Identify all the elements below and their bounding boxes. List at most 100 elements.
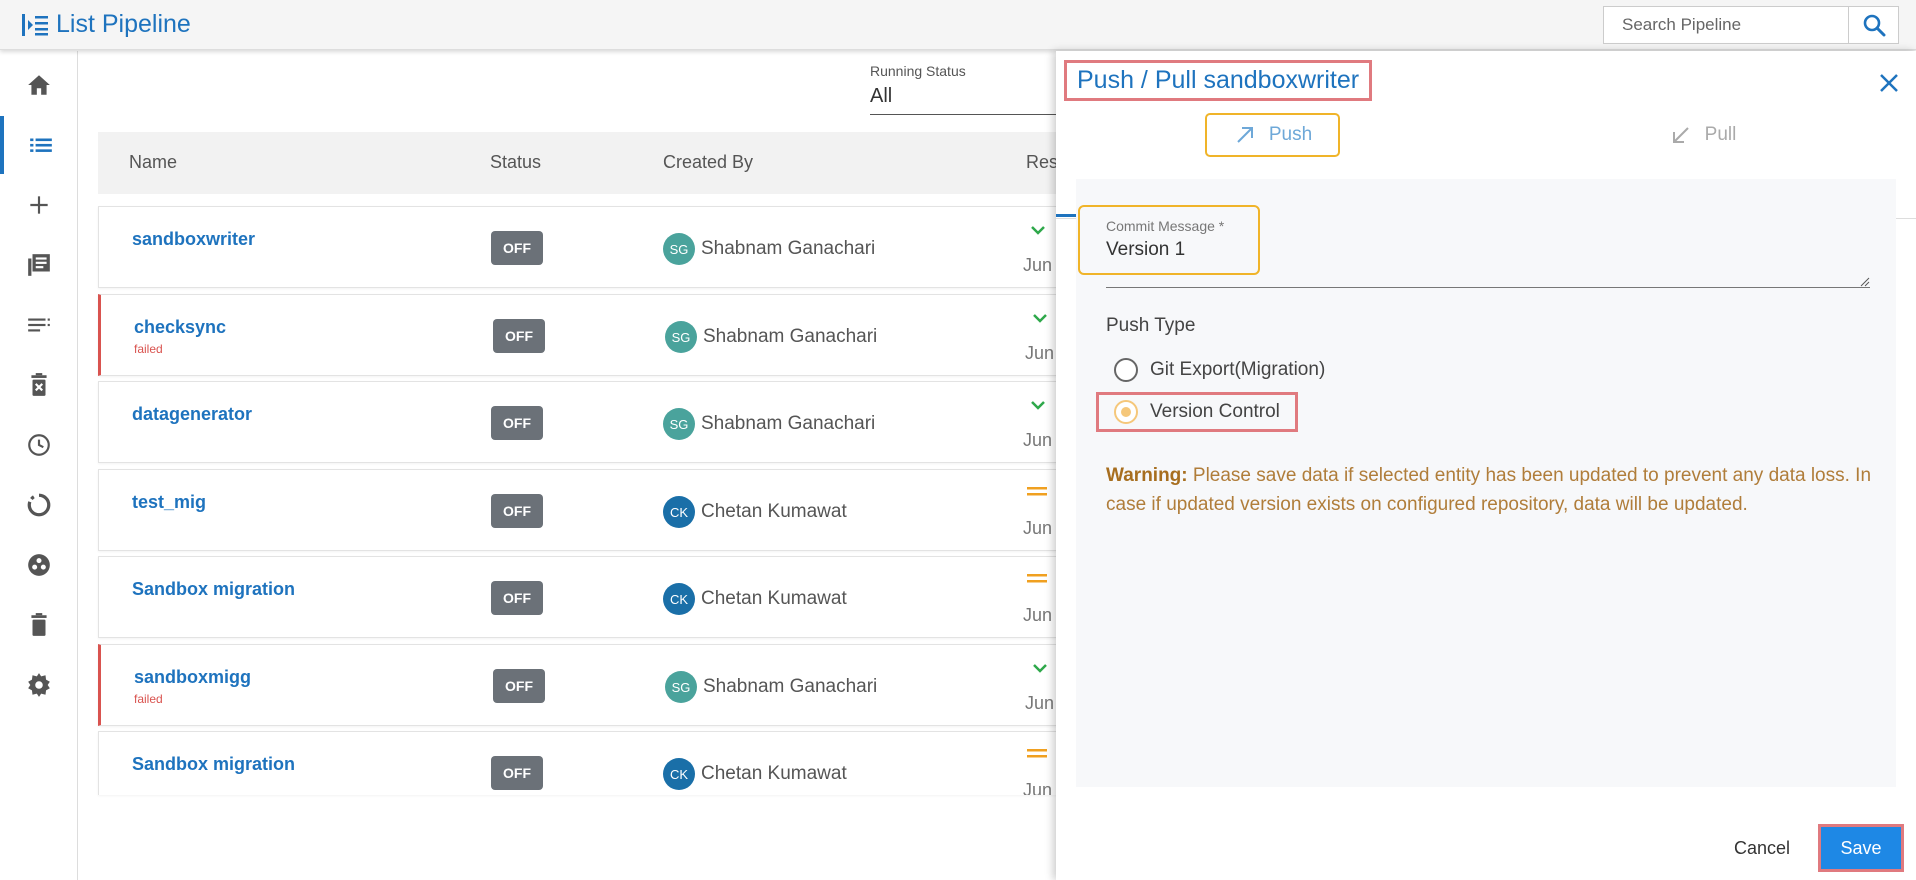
running-status-label: Running Status	[870, 63, 966, 79]
close-button[interactable]	[1874, 68, 1904, 98]
avatar: SG	[665, 671, 697, 703]
radio-button[interactable]	[1114, 400, 1138, 424]
pull-tab-label: Pull	[1704, 124, 1737, 145]
column-header-name[interactable]: Name	[129, 152, 177, 173]
column-header-res[interactable]: Res	[1026, 152, 1058, 173]
sidebar-item-trash-x[interactable]	[0, 356, 78, 414]
result-date: Jun	[1023, 255, 1053, 275]
avatar: CK	[663, 496, 695, 528]
sidebar-item-queue[interactable]	[0, 296, 78, 354]
push-tab-label: Push	[1268, 124, 1313, 145]
gear-icon	[28, 673, 50, 697]
pipeline-name[interactable]: Sandbox migration	[132, 579, 295, 600]
pipeline-name[interactable]: test_mig	[132, 492, 206, 513]
radio-label: Git Export(Migration)	[1150, 359, 1326, 380]
status-badge[interactable]: OFF	[491, 494, 543, 528]
save-button[interactable]: Save	[1818, 824, 1904, 872]
status-badge[interactable]: OFF	[493, 669, 545, 703]
column-header-created-by[interactable]: Created By	[663, 152, 753, 173]
cancel-button[interactable]: Cancel	[1724, 829, 1800, 867]
table-row[interactable]: test_mig OFF CK Chetan Kumawat Jun 8	[98, 469, 1088, 551]
push-form: Commit Message * Version 1 Push Type Git…	[1076, 179, 1896, 787]
sidebar-item-add[interactable]	[0, 176, 78, 234]
top-header: List Pipeline	[0, 0, 1916, 50]
commit-message-field[interactable]: Commit Message * Version 1	[1076, 193, 1896, 289]
radio-version-control[interactable]: Version Control	[1114, 395, 1280, 429]
creator-name: Chetan Kumawat	[701, 763, 847, 784]
equals-icon	[1027, 574, 1047, 583]
pipeline-name[interactable]: checksync	[134, 317, 226, 338]
failed-label: failed	[134, 692, 163, 706]
warning-message: Warning: Please save data if selected en…	[1106, 461, 1876, 519]
avatar: CK	[663, 758, 695, 790]
warning-text: Please save data if selected entity has …	[1106, 465, 1872, 515]
table-row[interactable]: datagenerator OFF SG Shabnam Ganachari J…	[98, 381, 1088, 463]
search-button[interactable]	[1848, 7, 1898, 43]
radio-label: Version Control	[1150, 401, 1280, 422]
running-status-select[interactable]: All	[870, 85, 1070, 115]
status-badge[interactable]: OFF	[491, 581, 543, 615]
close-icon	[1880, 74, 1898, 92]
pipeline-name[interactable]: sandboxwriter	[132, 229, 255, 250]
arrow-down-left-icon	[1672, 127, 1689, 143]
commit-underline	[1106, 287, 1870, 288]
sidebar-item-home[interactable]	[0, 56, 78, 114]
push-type-label: Push Type	[1106, 315, 1196, 336]
search-icon	[1863, 14, 1885, 37]
arrow-up-right-icon	[1237, 127, 1253, 143]
warning-strong: Warning:	[1106, 465, 1188, 486]
sidebar-item-groups[interactable]	[0, 536, 78, 594]
pull-tab-button[interactable]: Pull	[1643, 113, 1763, 157]
search-box	[1603, 6, 1899, 44]
page-title: List Pipeline	[56, 10, 191, 38]
creator-name: Shabnam Ganachari	[701, 413, 876, 434]
table-row[interactable]: Sandbox migration OFF CK Chetan Kumawat …	[98, 556, 1088, 638]
status-badge[interactable]: OFF	[493, 319, 545, 353]
push-pull-drawer: Push / Pull sandboxwriter Push Pull Comm…	[1056, 51, 1916, 880]
commit-message-input[interactable]: Version 1	[1106, 239, 1185, 261]
table-row[interactable]: sandboxmigg failed OFF SG Shabnam Ganach…	[98, 644, 1088, 726]
plus-icon	[30, 196, 48, 214]
sidebar-item-progress[interactable]	[0, 476, 78, 534]
avatar: SG	[663, 233, 695, 265]
failed-label: failed	[134, 342, 163, 356]
radio-button[interactable]	[1114, 358, 1138, 382]
status-badge[interactable]: OFF	[491, 756, 543, 790]
check-icon	[1031, 226, 1045, 235]
resize-handle-icon[interactable]	[1860, 277, 1870, 287]
table-header: Name Status Created By Res	[98, 132, 1088, 194]
creator-name: Shabnam Ganachari	[703, 326, 878, 347]
push-tab-button[interactable]: Push	[1204, 113, 1341, 157]
column-header-status[interactable]: Status	[490, 152, 541, 173]
equals-icon	[1027, 749, 1047, 758]
pipeline-name[interactable]: datagenerator	[132, 404, 252, 425]
avatar: CK	[663, 583, 695, 615]
pipeline-name[interactable]: Sandbox migration	[132, 754, 295, 775]
sidebar-item-history[interactable]	[0, 416, 78, 474]
sidebar-item-trash[interactable]	[0, 596, 78, 654]
sidebar-item-list[interactable]	[0, 116, 78, 174]
equals-icon	[1027, 487, 1047, 496]
sidebar-item-library[interactable]	[0, 236, 78, 294]
list-icon	[30, 138, 52, 152]
progress-icon	[27, 493, 51, 517]
sidebar-item-settings[interactable]	[0, 656, 78, 714]
radio-git-export[interactable]: Git Export(Migration)	[1114, 353, 1325, 387]
table-row[interactable]: sandboxwriter OFF SG Shabnam Ganachari J…	[98, 206, 1088, 288]
status-badge[interactable]: OFF	[491, 406, 543, 440]
check-icon	[1031, 401, 1045, 410]
creator-name: Chetan Kumawat	[701, 588, 847, 609]
status-badge[interactable]: OFF	[491, 231, 543, 265]
avatar: SG	[663, 408, 695, 440]
search-input[interactable]	[1604, 7, 1848, 43]
table-row[interactable]: Sandbox migration OFF CK Chetan Kumawat …	[98, 731, 1088, 795]
commit-message-label: Commit Message *	[1106, 218, 1225, 234]
pipeline-name[interactable]: sandboxmigg	[134, 667, 251, 688]
check-icon	[1033, 314, 1047, 323]
home-icon	[28, 75, 50, 95]
creator-name: Shabnam Ganachari	[703, 676, 878, 697]
check-icon	[1033, 664, 1047, 673]
creator-name: Shabnam Ganachari	[701, 238, 876, 259]
menu-toggle-icon[interactable]	[22, 13, 48, 37]
table-row[interactable]: checksync failed OFF SG Shabnam Ganachar…	[98, 294, 1088, 376]
